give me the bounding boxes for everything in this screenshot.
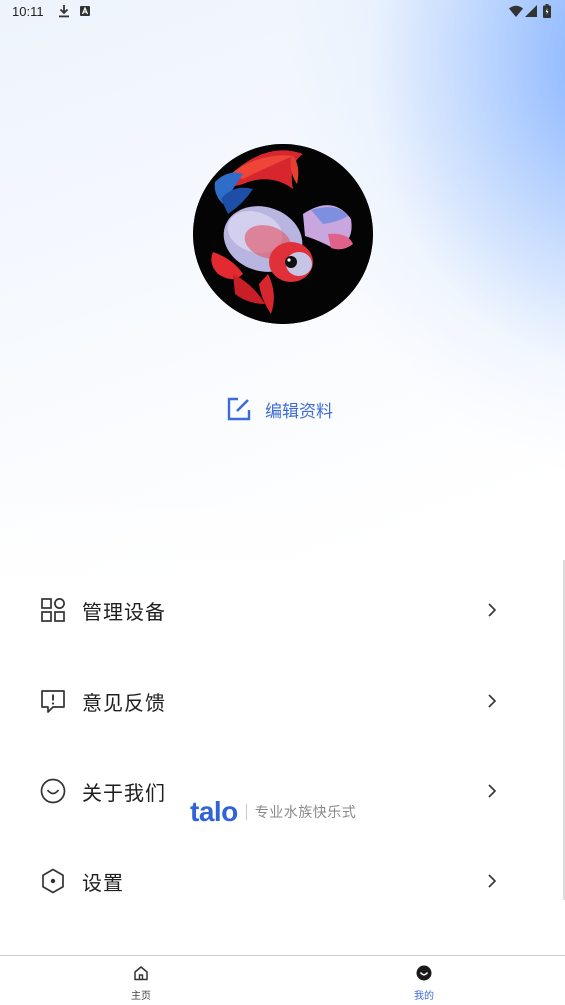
nav-label-home: 主页 (131, 991, 151, 1002)
status-time: 10:11 (12, 4, 44, 19)
menu-label: 意见反馈 (82, 690, 166, 715)
edit-icon (227, 397, 251, 421)
status-bar: 10:11 (0, 0, 565, 24)
edit-profile-button[interactable]: 编辑资料 (227, 396, 333, 422)
edit-profile-label: 编辑资料 (265, 401, 333, 422)
nav-item-home[interactable]: 主页 (101, 956, 181, 1005)
menu-item-settings[interactable]: 设置 (0, 851, 565, 911)
watermark-divider (245, 804, 247, 820)
smile-icon (40, 778, 66, 804)
watermark-logo: talo (190, 796, 238, 827)
chevron-right-icon (488, 874, 497, 888)
chevron-right-icon (488, 784, 497, 798)
signal-icon (525, 5, 537, 17)
nav-label-profile: 我的 (414, 991, 434, 1002)
avatar[interactable] (193, 144, 373, 324)
battery-icon (543, 4, 551, 18)
watermark-slogan: 专业水族快乐式 (254, 805, 357, 821)
nav-item-profile[interactable]: 我的 (384, 956, 464, 1005)
menu-item-manage-devices[interactable]: 管理设备 (0, 580, 565, 640)
download-icon (59, 5, 69, 18)
bottom-navigation: 主页 我的 (0, 955, 565, 1005)
watermark: talo 专业水族快乐式 (190, 796, 356, 828)
menu-label: 设置 (82, 870, 124, 895)
betta-fish-avatar (193, 144, 373, 324)
grid-icon (41, 598, 65, 622)
home-icon (134, 966, 148, 981)
chevron-right-icon (488, 694, 497, 708)
profile-icon (416, 965, 432, 981)
menu-item-feedback[interactable]: 意见反馈 (0, 671, 565, 731)
a-notification-icon (80, 6, 90, 16)
menu-label: 关于我们 (82, 780, 166, 805)
chevron-right-icon (488, 603, 497, 617)
wifi-icon (509, 5, 523, 17)
settings-hexagon-icon (42, 868, 64, 894)
feedback-icon (41, 690, 65, 713)
menu-label: 管理设备 (82, 599, 166, 624)
